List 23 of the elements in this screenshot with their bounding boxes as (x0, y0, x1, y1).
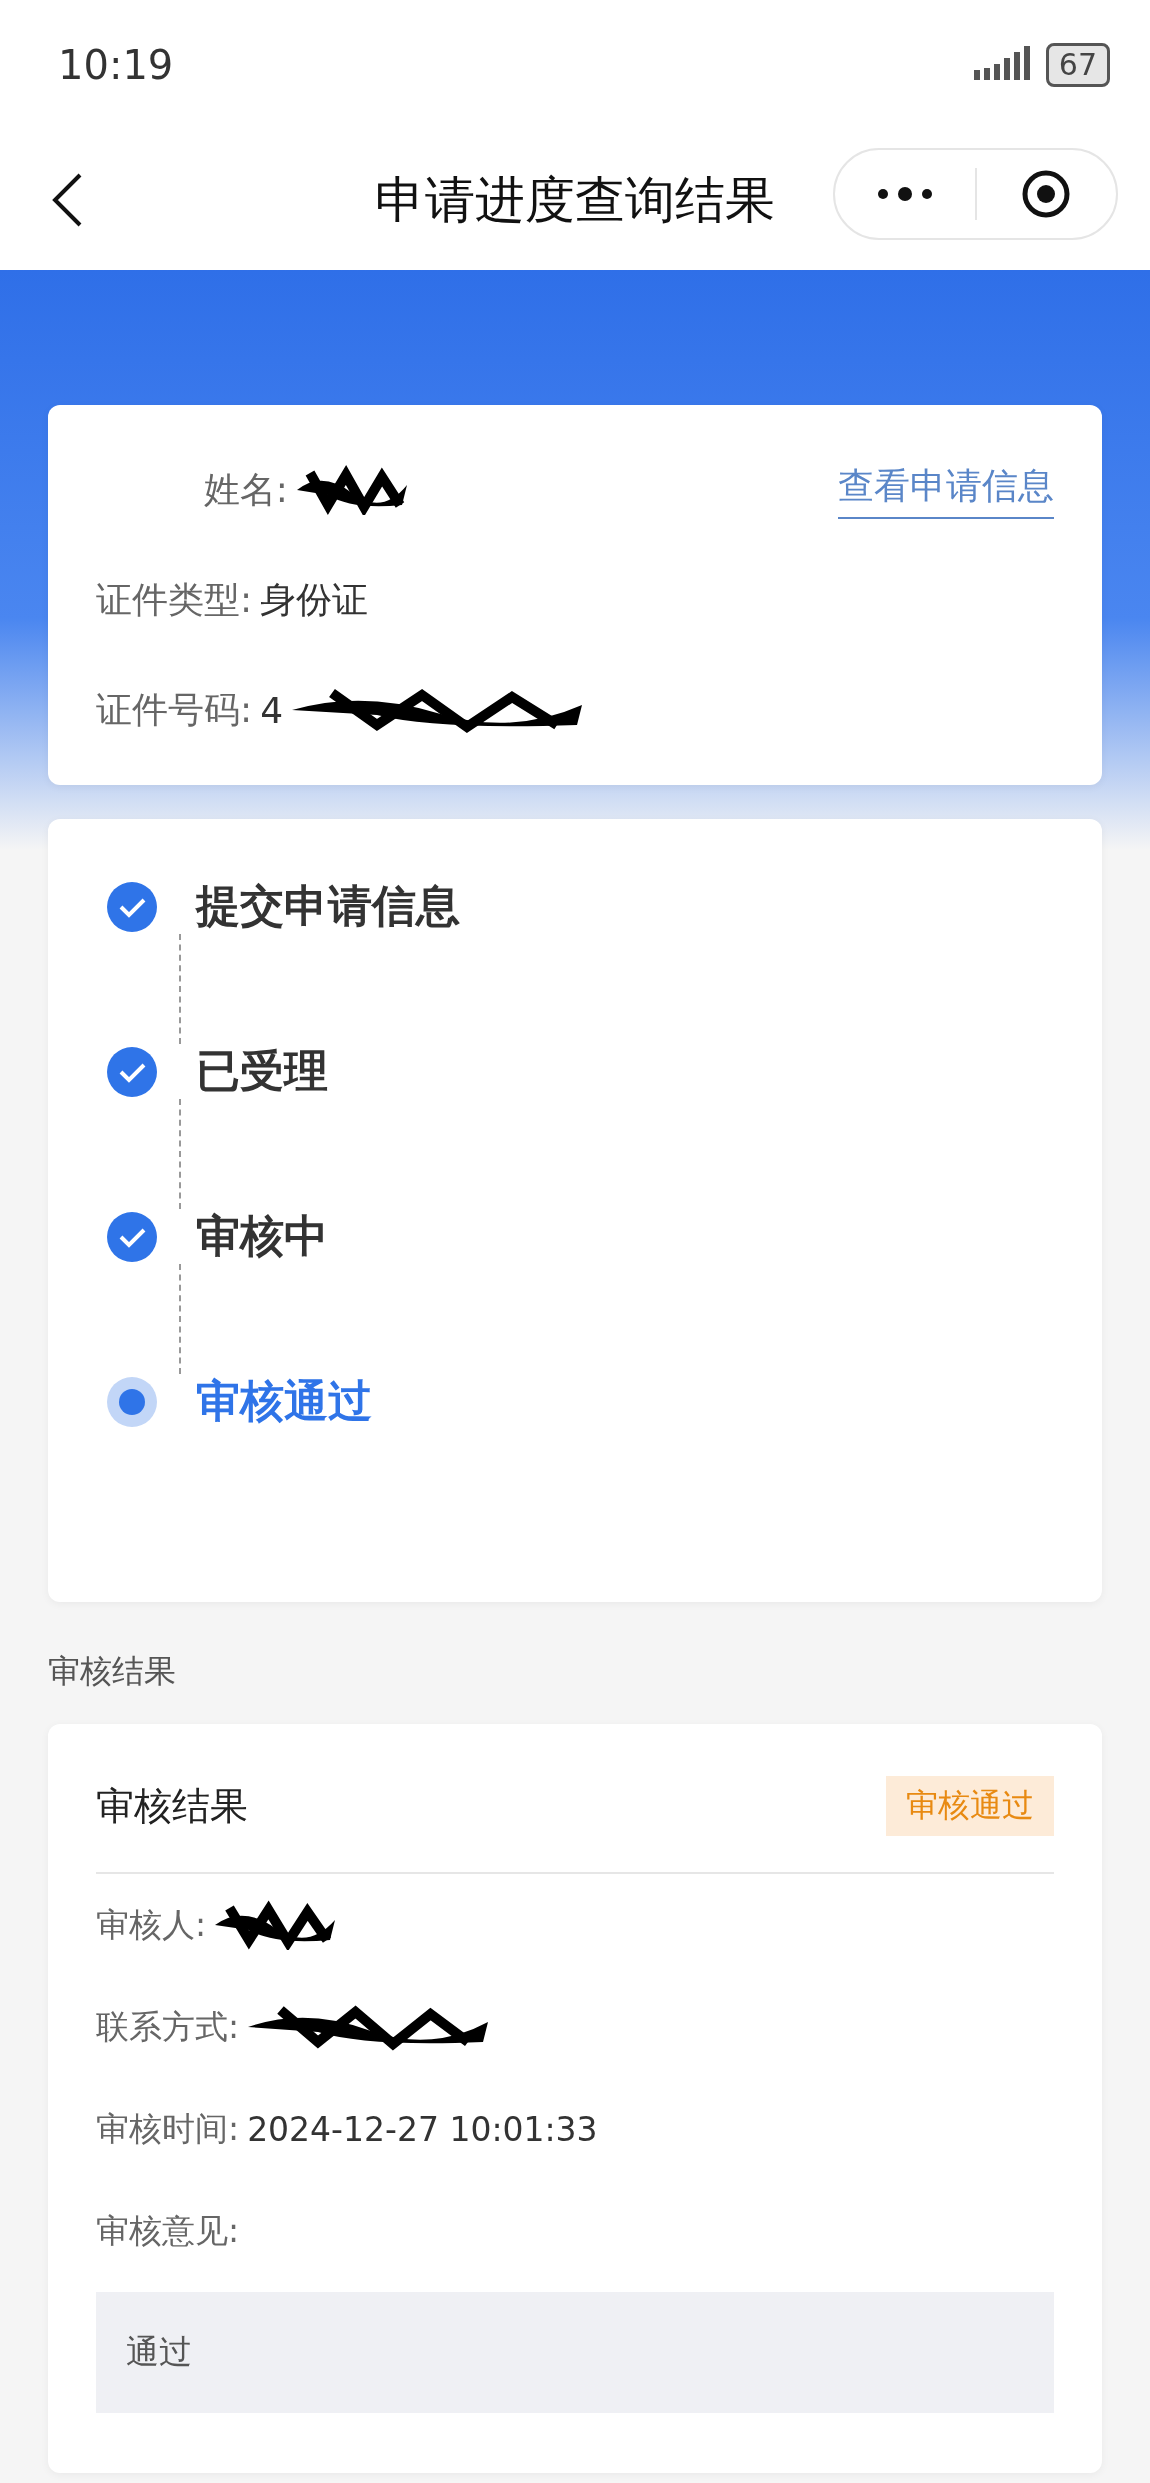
field-label: 联系方式: (96, 2005, 240, 2048)
status-badge: 审核通过 (886, 1776, 1054, 1836)
field-label: 审核意见: (96, 2209, 240, 2252)
opinion-text: 通过 (96, 2292, 1054, 2413)
status-time: 10:19 (58, 42, 174, 88)
battery-level: 67 (1045, 43, 1110, 87)
step-label: 已受理 (196, 1044, 328, 1098)
page-title: 申请进度查询结果 (375, 169, 775, 231)
back-icon[interactable] (50, 172, 84, 228)
field-value: 4 (260, 689, 284, 731)
field-label: 姓名: (202, 467, 288, 512)
field-value: 2024-12-27 10:01:33 (247, 2109, 598, 2149)
view-application-link[interactable]: 查看申请信息 (838, 461, 1054, 519)
field-value: 身份证 (260, 577, 369, 622)
step-label: 提交申请信息 (196, 879, 460, 933)
card-title: 审核结果 (96, 1782, 248, 1830)
field-label: 证件号码: (96, 687, 253, 732)
step-label: 审核中 (196, 1209, 328, 1263)
section-label: 审核结果 (48, 1651, 177, 1692)
field-label: 审核人: (96, 1903, 207, 1946)
step-label: 审核通过 (196, 1374, 372, 1428)
field-label: 审核时间: (96, 2107, 240, 2150)
field-label: 证件类型: (96, 577, 253, 622)
